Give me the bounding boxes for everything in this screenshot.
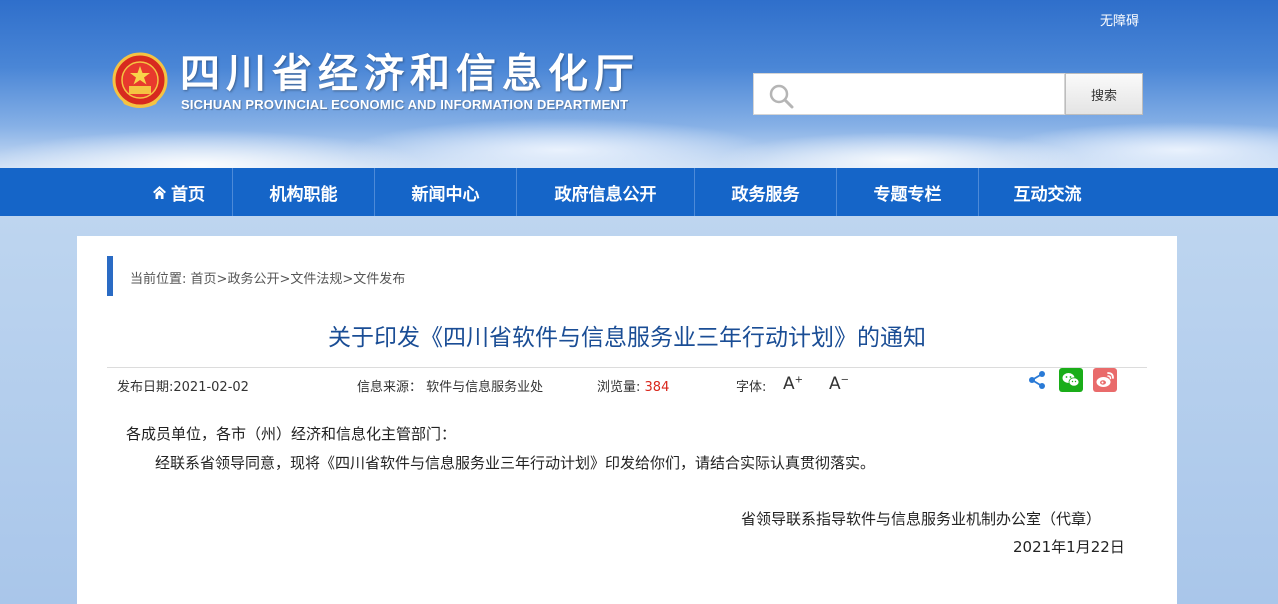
breadcrumb: 当前位置: 首页>政务公开>文件法规>文件发布 [130,268,405,287]
site-subtitle: SICHUAN PROVINCIAL ECONOMIC AND INFORMAT… [181,97,629,112]
signature: 省领导联系指导软件与信息服务业机制办公室（代章） [741,510,1102,528]
nav-item-organization[interactable]: 机构职能 [233,168,374,216]
breadcrumb-item[interactable]: 首页 [191,272,217,287]
breadcrumb-accent-bar [107,256,113,296]
search-button[interactable]: 搜索 [1065,73,1143,115]
search-icon [769,84,794,109]
breadcrumb-separator: > [279,272,291,287]
search-box [753,73,1065,115]
nav-item-interaction[interactable]: 互动交流 [979,168,1116,216]
breadcrumb-prefix: 当前位置: [130,272,187,287]
home-icon [153,185,166,199]
national-emblem-icon [112,52,168,108]
font-increase-button[interactable]: A+ [783,374,803,394]
nav-item-news[interactable]: 新闻中心 [375,168,516,216]
font-increase-glyph: A [783,374,795,394]
info-source-value: 软件与信息服务业处 [426,380,544,395]
accessibility-link[interactable]: 无障碍 [1100,10,1139,29]
info-source: 信息来源： 软件与信息服务业处 [357,376,543,395]
publish-date-label: 发布日期: [117,380,174,395]
nav-item-topics[interactable]: 专题专栏 [837,168,978,216]
nav-item-services[interactable]: 政务服务 [695,168,836,216]
breadcrumb-item[interactable]: 文件法规 [290,272,342,287]
breadcrumb-item[interactable]: 政务公开 [227,272,279,287]
meta-divider [107,367,1147,368]
breadcrumb-separator: > [342,272,354,287]
site-title: 四川省经济和信息化厅 [180,51,640,97]
share-icon[interactable] [1025,368,1049,392]
main-nav: 首页 机构职能 新闻中心 政府信息公开 政务服务 专题专栏 互动交流 [0,168,1278,216]
body-paragraph: 经联系省领导同意，现将《四川省软件与信息服务业三年行动计划》印发给你们，请结合实… [155,454,876,472]
breadcrumb-item[interactable]: 文件发布 [353,272,405,287]
nav-item-home[interactable]: 首页 [125,168,232,216]
view-count-label: 浏览量: [597,380,641,395]
publish-date-value: 2021-02-02 [173,380,249,395]
nav-item-gov-info[interactable]: 政府信息公开 [517,168,694,216]
content-panel: 当前位置: 首页>政务公开>文件法规>文件发布 关于印发《四川省软件与信息服务业… [77,236,1177,604]
weibo-icon[interactable] [1093,368,1117,392]
sign-date: 2021年1月22日 [1013,538,1125,556]
article-title: 关于印发《四川省软件与信息服务业三年行动计划》的通知 [328,325,926,351]
view-count-value: 384 [644,380,670,395]
breadcrumb-separator: > [216,272,228,287]
font-decrease-glyph: A [829,374,841,394]
font-size-label: 字体: [736,380,767,395]
wechat-icon[interactable] [1059,368,1083,392]
info-source-label: 信息来源： [357,380,423,395]
font-decrease-button[interactable]: A− [829,374,849,394]
publish-date: 发布日期:2021-02-02 [117,376,249,395]
salutation: 各成员单位，各市（州）经济和信息化主管部门： [126,425,457,443]
view-count: 浏览量: 384 [597,376,669,395]
search-input[interactable] [802,74,1060,114]
nav-item-label: 首页 [171,184,205,205]
